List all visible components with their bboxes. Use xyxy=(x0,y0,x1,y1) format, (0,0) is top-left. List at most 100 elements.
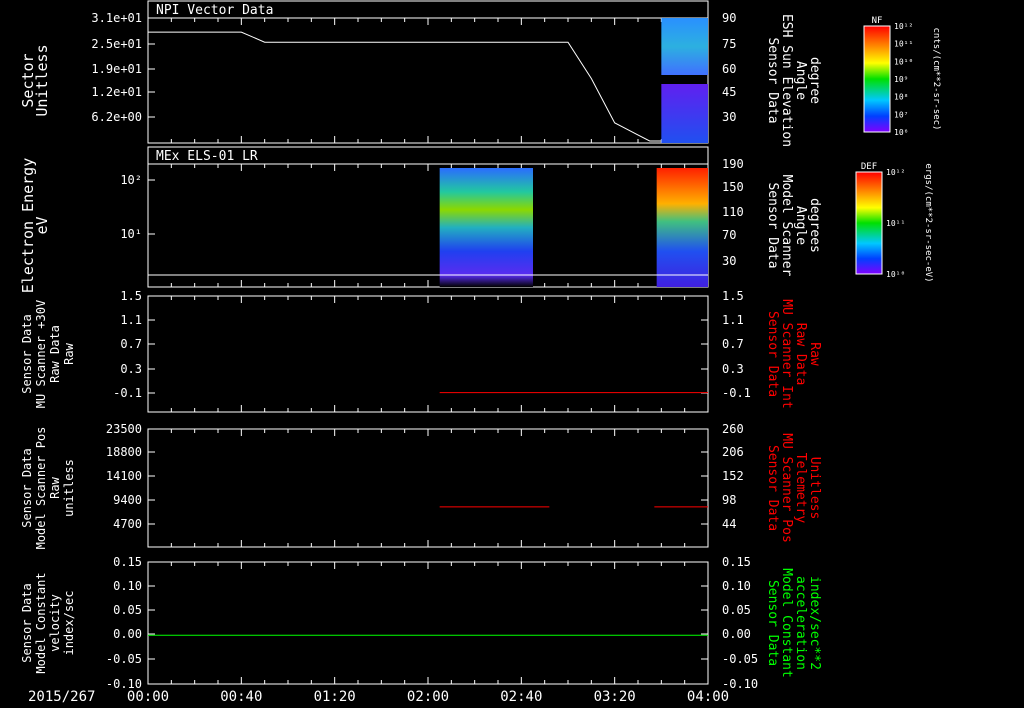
y-tick-label: 0.7 xyxy=(120,337,142,351)
right-y-tick-label: 1.5 xyxy=(722,289,744,303)
y-axis-label: Sensor Data xyxy=(20,583,34,662)
colorbar-tick-label: 10⁸ xyxy=(894,93,908,102)
right-y-tick-label: 1.1 xyxy=(722,313,744,327)
right-y-tick-label: -0.1 xyxy=(722,386,751,400)
date-label: 2015/267 xyxy=(28,689,95,705)
colorbar-gradient xyxy=(855,171,883,275)
panel-frame xyxy=(147,17,709,144)
colorbar-tick-label: 10¹² xyxy=(886,168,905,177)
y-tick-label: 14100 xyxy=(106,469,142,483)
y-axis-label: Sensor Data xyxy=(20,314,34,393)
spectrogram-block xyxy=(439,168,533,287)
y-tick-label: -0.05 xyxy=(106,652,142,666)
y-axis-label: MU Scanner +30V xyxy=(34,300,48,408)
right-y-tick-label: 150 xyxy=(722,180,744,194)
right-axis-label: Sensor Data xyxy=(765,445,780,531)
right-y-tick-label: 44 xyxy=(722,517,736,531)
time-tick-label: 00:00 xyxy=(127,689,169,705)
y-axis-label: Raw Data xyxy=(48,325,62,383)
y-axis-label: Unitless xyxy=(33,44,51,116)
right-axis-label: Angle xyxy=(793,61,808,100)
right-axis-label: degree xyxy=(807,57,822,104)
y-tick-label: 0.15 xyxy=(113,555,142,569)
y-tick-label: 1.5 xyxy=(120,289,142,303)
y-tick-label: 1.1 xyxy=(120,313,142,327)
right-axis-label: Sensor Data xyxy=(765,580,780,666)
panel-5: 0.150.100.050.00-0.05-0.100.150.100.050.… xyxy=(20,555,822,691)
colorbar-tick-label: 10¹¹ xyxy=(886,219,905,228)
right-y-tick-label: 206 xyxy=(722,445,744,459)
y-axis-label: Sensor Data xyxy=(20,448,34,527)
panel-frame xyxy=(147,163,709,288)
y-tick-label: 3.1e+01 xyxy=(91,11,142,25)
right-axis-label: Model Scanner xyxy=(779,175,794,277)
spectrogram-strip xyxy=(661,18,708,75)
y-axis-label: Raw xyxy=(62,342,76,364)
colorbar-tick-label: 10¹⁰ xyxy=(886,270,905,279)
right-y-tick-label: 0.10 xyxy=(722,579,751,593)
right-y-tick-label: -0.05 xyxy=(722,652,758,666)
panel-frame xyxy=(147,428,709,548)
right-axis-label: Unitless xyxy=(807,457,822,520)
right-y-tick-label: 0.3 xyxy=(722,362,744,376)
panel-4: 23500 18800 14100 9400 4700 260 206 152 98 44 Sens… xyxy=(20,422,822,549)
right-axis-label: Telemetry xyxy=(793,453,808,524)
right-y-tick-label: 60 xyxy=(722,62,736,76)
colorbar-tick-label: 10⁹ xyxy=(894,75,908,84)
panel-title: MEx ELS-01 LR xyxy=(156,149,258,164)
right-y-tick-label: 0.7 xyxy=(722,337,744,351)
right-y-tick-label: 152 xyxy=(722,469,744,483)
time-tick-label: 00:40 xyxy=(220,689,262,705)
panel-title: NPI Vector Data xyxy=(156,3,273,18)
right-axis-label: Sensor Data xyxy=(765,37,780,123)
time-tick-label: 03:20 xyxy=(594,689,636,705)
y-tick-label: -0.1 xyxy=(113,386,142,400)
right-y-tick-label: 190 xyxy=(722,157,744,171)
y-tick-label: 10² xyxy=(120,173,142,187)
spectrogram-block xyxy=(656,168,708,287)
time-tick-label: 02:40 xyxy=(500,689,542,705)
colorbar-tick-label: 10¹⁰ xyxy=(894,57,913,66)
y-tick-label: 1.9e+01 xyxy=(91,62,142,76)
right-y-tick-label: 260 xyxy=(722,422,744,436)
right-y-tick-label: 75 xyxy=(722,37,736,51)
colorbar-tick-label: 10⁶ xyxy=(894,128,908,137)
y-tick-label: 0.3 xyxy=(120,362,142,376)
right-axis-label: index/sec**2 xyxy=(807,576,822,670)
y-axis-label: unitless xyxy=(62,459,76,517)
panel-frame xyxy=(147,561,709,685)
right-axis-label: ESH Sun Elevation xyxy=(779,14,794,147)
right-axis-label: Raw Data xyxy=(793,323,808,386)
right-y-tick-label: 0.15 xyxy=(722,555,751,569)
panel-frame xyxy=(147,295,709,413)
colorbar-2: DEF 10¹² 10¹¹ 10¹⁰ ergs/(cm**2-sr-sec-eV) xyxy=(855,162,933,283)
y-tick-label: 2.5e+01 xyxy=(91,37,142,51)
colorbar-units: ergs/(cm**2-sr-sec-eV) xyxy=(923,163,933,282)
y-tick-label: 9400 xyxy=(113,493,142,507)
y-tick-label: 18800 xyxy=(106,445,142,459)
colorbar-label: DEF xyxy=(861,162,877,172)
right-axis-label: acceleration xyxy=(793,576,808,670)
colorbar-tick-label: 10¹¹ xyxy=(894,40,913,49)
panel-3: 1.5 1.1 0.7 0.3 -0.1 1.5 1.1 0.7 0.3 -0.1 Sensor D… xyxy=(20,289,822,413)
time-tick-label: 01:20 xyxy=(314,689,356,705)
right-axis-label: Angle xyxy=(793,206,808,245)
y-tick-label: 23500 xyxy=(106,422,142,436)
colorbar-label: NF xyxy=(872,16,883,26)
colorbar-1: NF 10¹² 10¹¹ 10¹⁰ 10⁹ 10⁸ 10⁷ 10⁶ cnts/(cm**2-sr… xyxy=(863,16,941,137)
colorbar-tick-label: 10⁷ xyxy=(894,110,908,119)
y-tick-label: 6.2e+00 xyxy=(91,110,142,124)
figure: 3.1e+01 2.5e+01 1.9e+01 1.2e+01 6.2e+00 90 75 6… xyxy=(19,0,941,705)
right-y-tick-label: 90 xyxy=(722,11,736,25)
series-line xyxy=(148,31,662,142)
right-y-tick-label: 30 xyxy=(722,254,736,268)
y-axis-label: index/sec xyxy=(62,590,76,655)
colorbar-gradient xyxy=(863,25,891,133)
right-y-tick-label: 0.00 xyxy=(722,627,751,641)
y-tick-label: 1.2e+01 xyxy=(91,85,142,99)
time-tick-label: 02:00 xyxy=(407,689,449,705)
y-tick-label: 4700 xyxy=(113,517,142,531)
right-axis-label: Sensor Data xyxy=(765,311,780,397)
y-axis-label: Model Constant xyxy=(34,572,48,673)
right-axis-label: MU Scanner Int xyxy=(779,299,794,409)
